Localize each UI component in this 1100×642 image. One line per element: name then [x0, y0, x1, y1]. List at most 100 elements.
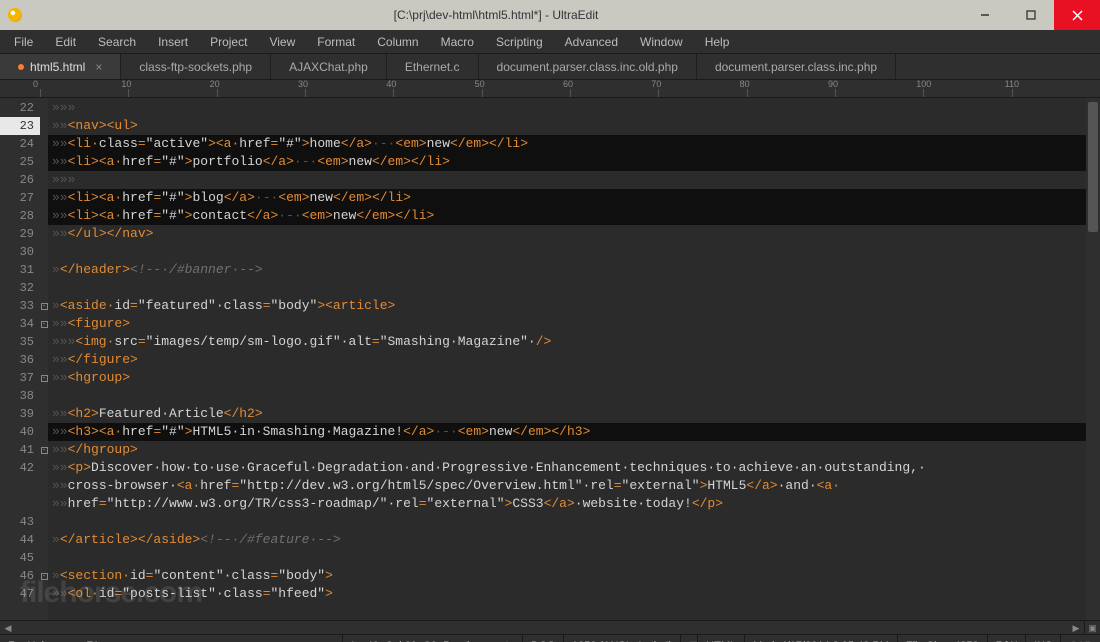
menu-window[interactable]: Window	[630, 32, 693, 52]
line-number[interactable]: 33	[0, 297, 40, 315]
scroll-split-icon[interactable]: ▣	[1084, 621, 1100, 635]
menu-column[interactable]: Column	[367, 32, 428, 52]
fold-toggle[interactable]	[40, 117, 48, 135]
line-number[interactable]: 23	[0, 117, 40, 135]
fold-toggle[interactable]: -	[40, 315, 48, 333]
minimize-button[interactable]	[962, 0, 1008, 30]
code-line[interactable]: »»href="http://www.w3.org/TR/css3-roadma…	[48, 495, 1086, 513]
line-number[interactable]: 27	[0, 189, 40, 207]
fold-toggle[interactable]	[40, 513, 48, 531]
fold-toggle[interactable]: -	[40, 297, 48, 315]
code-line[interactable]: »»</hgroup>	[48, 441, 1086, 459]
code-line[interactable]: »»</figure>	[48, 351, 1086, 369]
code-line[interactable]: »»<figure>	[48, 315, 1086, 333]
line-number[interactable]: 37	[0, 369, 40, 387]
status-line-ending[interactable]: DOS	[522, 635, 563, 642]
code-line[interactable]	[48, 279, 1086, 297]
menu-search[interactable]: Search	[88, 32, 146, 52]
scroll-left-icon[interactable]: ◀	[0, 621, 16, 635]
close-button[interactable]	[1054, 0, 1100, 30]
fold-toggle[interactable]	[40, 405, 48, 423]
code-line[interactable]: »»»	[48, 171, 1086, 189]
fold-toggle[interactable]	[40, 531, 48, 549]
close-tab-icon[interactable]: ×	[95, 60, 102, 74]
tab-ethernet-c[interactable]: Ethernet.c	[387, 54, 479, 79]
scroll-right-icon[interactable]: ▶	[1068, 621, 1084, 635]
fold-toggle[interactable]	[40, 279, 48, 297]
line-number[interactable]: 39	[0, 405, 40, 423]
fold-toggle[interactable]	[40, 549, 48, 567]
line-number[interactable]: 42	[0, 459, 40, 477]
line-number[interactable]: 47	[0, 585, 40, 603]
tab-ajaxchat-php[interactable]: AJAXChat.php	[271, 54, 387, 79]
code-line[interactable]: »»<h3><a·href="#">HTML5·in·Smashing·Maga…	[48, 423, 1086, 441]
fold-toggle[interactable]	[40, 171, 48, 189]
code-line[interactable]: »»<ol·id="posts-list"·class="hfeed">	[48, 585, 1086, 603]
fold-toggle[interactable]: -	[40, 441, 48, 459]
code-line[interactable]: »»<li><a·href="#">contact</a>·-·<em>new<…	[48, 207, 1086, 225]
menu-scripting[interactable]: Scripting	[486, 32, 553, 52]
line-number[interactable]: 45	[0, 549, 40, 567]
line-number[interactable]: 44	[0, 531, 40, 549]
menu-file[interactable]: File	[4, 32, 43, 52]
line-number[interactable]: 30	[0, 243, 40, 261]
code-line[interactable]: »»<hgroup>	[48, 369, 1086, 387]
status-highlight-icon[interactable]: ◧	[680, 635, 697, 642]
fold-column[interactable]: -----	[40, 98, 48, 620]
horizontal-scrollbar[interactable]: ◀ ▶ ▣	[0, 620, 1100, 634]
menu-macro[interactable]: Macro	[431, 32, 484, 52]
menu-insert[interactable]: Insert	[148, 32, 198, 52]
menu-view[interactable]: View	[259, 32, 305, 52]
fold-toggle[interactable]	[40, 333, 48, 351]
code-area[interactable]: »»»»»<nav><ul>»»<li·class="active"><a·hr…	[48, 98, 1086, 620]
fold-toggle[interactable]: -	[40, 369, 48, 387]
fold-toggle[interactable]	[40, 243, 48, 261]
line-number[interactable]: 43	[0, 513, 40, 531]
fold-toggle[interactable]	[40, 225, 48, 243]
code-line[interactable]: »»<li><a·href="#">portfolio</a>·-·<em>ne…	[48, 153, 1086, 171]
fold-toggle[interactable]	[40, 99, 48, 117]
vertical-scrollbar[interactable]	[1086, 98, 1100, 620]
fold-toggle[interactable]	[40, 387, 48, 405]
line-number[interactable]: 41	[0, 441, 40, 459]
line-number[interactable]: 34	[0, 315, 40, 333]
menu-edit[interactable]: Edit	[45, 32, 86, 52]
line-number[interactable]: 40	[0, 423, 40, 441]
menu-advanced[interactable]: Advanced	[555, 32, 628, 52]
code-line[interactable]	[48, 549, 1086, 567]
fold-toggle[interactable]	[40, 351, 48, 369]
fold-toggle[interactable]	[40, 585, 48, 603]
code-line[interactable]: »»cross-browser·<a·href="http://dev.w3.o…	[48, 477, 1086, 495]
tab-document-parser-class-inc-php[interactable]: document.parser.class.inc.php	[697, 54, 896, 79]
menu-help[interactable]: Help	[695, 32, 740, 52]
fold-toggle[interactable]	[40, 189, 48, 207]
code-line[interactable]: »</article></aside><!--·/#feature·-->	[48, 531, 1086, 549]
fold-toggle[interactable]	[40, 477, 48, 495]
code-line[interactable]	[48, 387, 1086, 405]
line-number-gutter[interactable]: 2223242526272829303132333435363738394041…	[0, 98, 40, 620]
line-number[interactable]: 28	[0, 207, 40, 225]
status-encoding[interactable]: 1252 (ANSI - Latin I)	[563, 635, 680, 642]
line-number[interactable]: 22	[0, 99, 40, 117]
line-number[interactable]: 26	[0, 171, 40, 189]
line-number[interactable]: 36	[0, 351, 40, 369]
fold-toggle[interactable]	[40, 495, 48, 513]
code-line[interactable]: »»</ul></nav>	[48, 225, 1086, 243]
code-line[interactable]: »»<h2>Featured·Article</h2>	[48, 405, 1086, 423]
fold-toggle[interactable]	[40, 153, 48, 171]
code-line[interactable]: »»<li·class="active"><a·href="#">home</a…	[48, 135, 1086, 153]
code-line[interactable]: »»<li><a·href="#">blog</a>·-·<em>new</em…	[48, 189, 1086, 207]
fold-toggle[interactable]	[40, 459, 48, 477]
fold-toggle[interactable]	[40, 135, 48, 153]
status-highlight[interactable]: HTML	[697, 635, 744, 642]
status-insert[interactable]: INS	[1025, 635, 1060, 642]
line-number[interactable]: 25	[0, 153, 40, 171]
tab-class-ftp-sockets-php[interactable]: class-ftp-sockets.php	[121, 54, 271, 79]
code-line[interactable]: »»<p>Discover·how·to·use·Graceful·Degrad…	[48, 459, 1086, 477]
fold-toggle[interactable]	[40, 423, 48, 441]
code-line[interactable]	[48, 243, 1086, 261]
scroll-thumb[interactable]	[1088, 102, 1098, 232]
line-number[interactable]: 38	[0, 387, 40, 405]
code-line[interactable]: »»»<img·src="images/temp/sm-logo.gif"·al…	[48, 333, 1086, 351]
fold-toggle[interactable]	[40, 207, 48, 225]
